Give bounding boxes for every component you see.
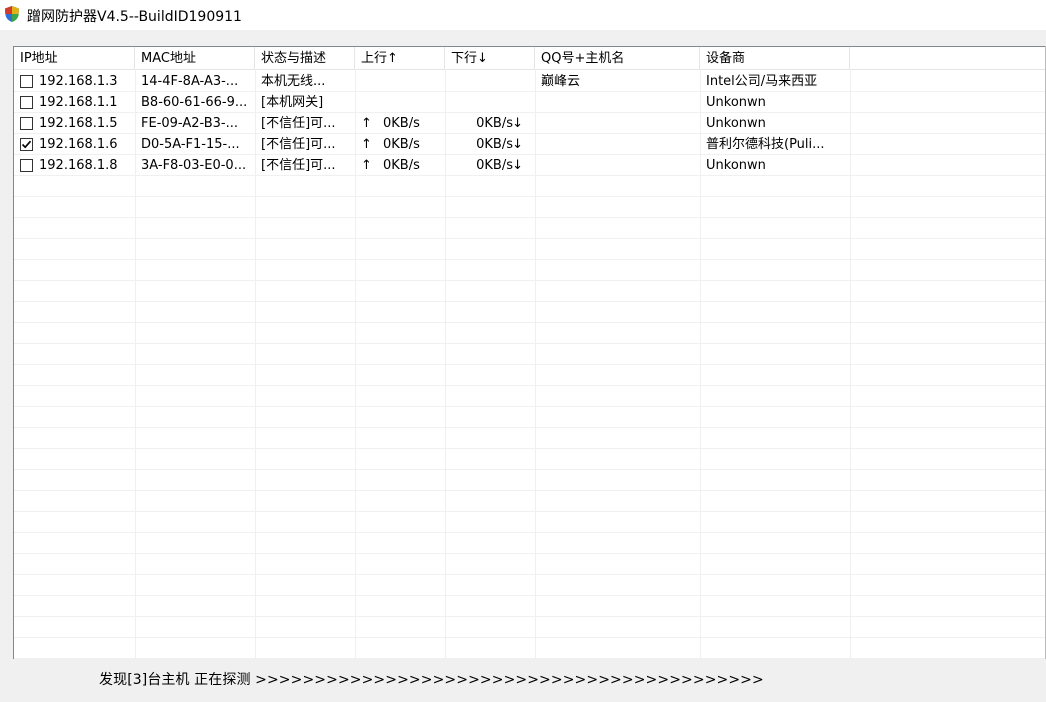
row-checkbox[interactable] xyxy=(20,159,33,172)
column-header-mac[interactable]: MAC地址 xyxy=(135,47,255,69)
table-header: IP地址 MAC地址 状态与描述 上行↑ 下行↓ QQ号+主机名 设备商 xyxy=(14,47,1046,70)
status-text: 发现[3]台主机 正在探测 >>>>>>>>>>>>>>>>>>>>>>>>>>… xyxy=(99,672,764,688)
checkmark-icon xyxy=(21,140,32,149)
download-cell: 0KB/s ↓ xyxy=(445,155,535,176)
table-row[interactable]: 192.168.1.3 14-4F-8A-A3-... 本机无线... 巅峰云 … xyxy=(14,71,1046,92)
grid-row-line xyxy=(14,427,1046,428)
mac-address: B8-60-61-66-9... xyxy=(141,95,248,110)
download-rate: 0KB/s xyxy=(476,137,513,152)
column-header-vendor[interactable]: 设备商 xyxy=(700,47,850,69)
qq-hostname xyxy=(535,134,700,155)
status-description: [不信任]可... xyxy=(261,116,336,131)
grid-row-line xyxy=(14,490,1046,491)
grid-row-line xyxy=(14,385,1046,386)
vendor: Unkonwn xyxy=(706,116,766,131)
grid-row-line xyxy=(14,553,1046,554)
grid-row-line xyxy=(14,259,1046,260)
column-header-upload[interactable]: 上行↑ xyxy=(355,47,445,69)
upload-rate: 0KB/s xyxy=(383,137,420,152)
download-cell xyxy=(445,92,535,113)
mac-address: 14-4F-8A-A3-... xyxy=(141,74,239,89)
column-header-ip[interactable]: IP地址 xyxy=(14,47,135,69)
upload-cell xyxy=(355,92,445,113)
mac-address: D0-5A-F1-15-... xyxy=(141,137,240,152)
download-rate: 0KB/s xyxy=(476,158,513,173)
upload-arrow: ↑ xyxy=(361,137,372,152)
grid-row-line xyxy=(14,469,1046,470)
upload-rate: 0KB/s xyxy=(383,116,420,131)
upload-arrow: ↑ xyxy=(361,116,372,131)
ip-address: 192.168.1.6 xyxy=(39,137,118,152)
row-checkbox-checked[interactable] xyxy=(20,138,33,151)
vendor: Unkonwn xyxy=(706,158,766,173)
row-checkbox[interactable] xyxy=(20,75,33,88)
qq-hostname xyxy=(535,113,700,134)
title-bar: 蹭网防护器V4.5--BuildID190911 xyxy=(0,0,1046,30)
upload-cell: ↑ 0KB/s xyxy=(355,134,445,155)
qq-hostname xyxy=(535,92,700,113)
grid-row-line xyxy=(14,196,1046,197)
vendor: Unkonwn xyxy=(706,95,766,110)
download-cell xyxy=(445,71,535,92)
status-description: [本机网关] xyxy=(261,95,324,110)
qq-hostname xyxy=(535,155,700,176)
upload-cell: ↑ 0KB/s xyxy=(355,113,445,134)
qq-hostname: 巅峰云 xyxy=(541,74,581,89)
grid-row-line xyxy=(14,322,1046,323)
download-arrow: ↓ xyxy=(512,158,523,173)
column-header-status[interactable]: 状态与描述 xyxy=(255,47,355,69)
grid-row-line xyxy=(14,364,1046,365)
ip-address: 192.168.1.1 xyxy=(39,95,118,110)
download-cell: 0KB/s ↓ xyxy=(445,134,535,155)
grid-row-line xyxy=(14,595,1046,596)
grid-row-line xyxy=(14,238,1046,239)
table-row[interactable]: 192.168.1.1 B8-60-61-66-9... [本机网关] Unko… xyxy=(14,92,1046,113)
upload-cell: ↑ 0KB/s xyxy=(355,155,445,176)
download-rate: 0KB/s xyxy=(476,116,513,131)
vendor: 普利尔德科技(Puli... xyxy=(706,137,825,152)
grid-row-line xyxy=(14,448,1046,449)
table-row[interactable]: 192.168.1.5 FE-09-A2-B3-... [不信任]可... ↑ … xyxy=(14,113,1046,134)
vendor: Intel公司/马来西亚 xyxy=(706,74,818,89)
status-description: [不信任]可... xyxy=(261,137,336,152)
column-header-download[interactable]: 下行↓ xyxy=(445,47,535,69)
ip-address: 192.168.1.3 xyxy=(39,74,118,89)
window-title: 蹭网防护器V4.5--BuildID190911 xyxy=(27,9,242,25)
grid-row-line xyxy=(14,301,1046,302)
status-description: 本机无线... xyxy=(261,74,326,89)
download-cell: 0KB/s ↓ xyxy=(445,113,535,134)
host-list-table[interactable]: IP地址 MAC地址 状态与描述 上行↑ 下行↓ QQ号+主机名 设备商 192… xyxy=(13,46,1046,659)
shield-icon xyxy=(5,6,19,22)
download-arrow: ↓ xyxy=(512,116,523,131)
grid-row-line xyxy=(14,280,1046,281)
grid-row-line xyxy=(14,532,1046,533)
table-row[interactable]: 192.168.1.6 D0-5A-F1-15-... [不信任]可... ↑ … xyxy=(14,134,1046,155)
table-row[interactable]: 192.168.1.8 3A-F8-03-E0-0... [不信任]可... ↑… xyxy=(14,155,1046,176)
row-checkbox[interactable] xyxy=(20,117,33,130)
column-header-qq-host[interactable]: QQ号+主机名 xyxy=(535,47,700,69)
mac-address: 3A-F8-03-E0-0... xyxy=(141,158,247,173)
grid-row-line xyxy=(14,658,1046,659)
grid-row-line xyxy=(14,637,1046,638)
download-arrow: ↓ xyxy=(512,137,523,152)
upload-arrow: ↑ xyxy=(361,158,372,173)
status-description: [不信任]可... xyxy=(261,158,336,173)
grid-row-line xyxy=(14,511,1046,512)
ip-address: 192.168.1.5 xyxy=(39,116,118,131)
grid-row-line xyxy=(14,217,1046,218)
grid-row-line xyxy=(14,574,1046,575)
mac-address: FE-09-A2-B3-... xyxy=(141,116,238,131)
grid-row-line xyxy=(14,343,1046,344)
upload-cell xyxy=(355,71,445,92)
ip-address: 192.168.1.8 xyxy=(39,158,118,173)
grid-row-line xyxy=(14,406,1046,407)
upload-rate: 0KB/s xyxy=(383,158,420,173)
grid-row-line xyxy=(14,616,1046,617)
row-checkbox[interactable] xyxy=(20,96,33,109)
